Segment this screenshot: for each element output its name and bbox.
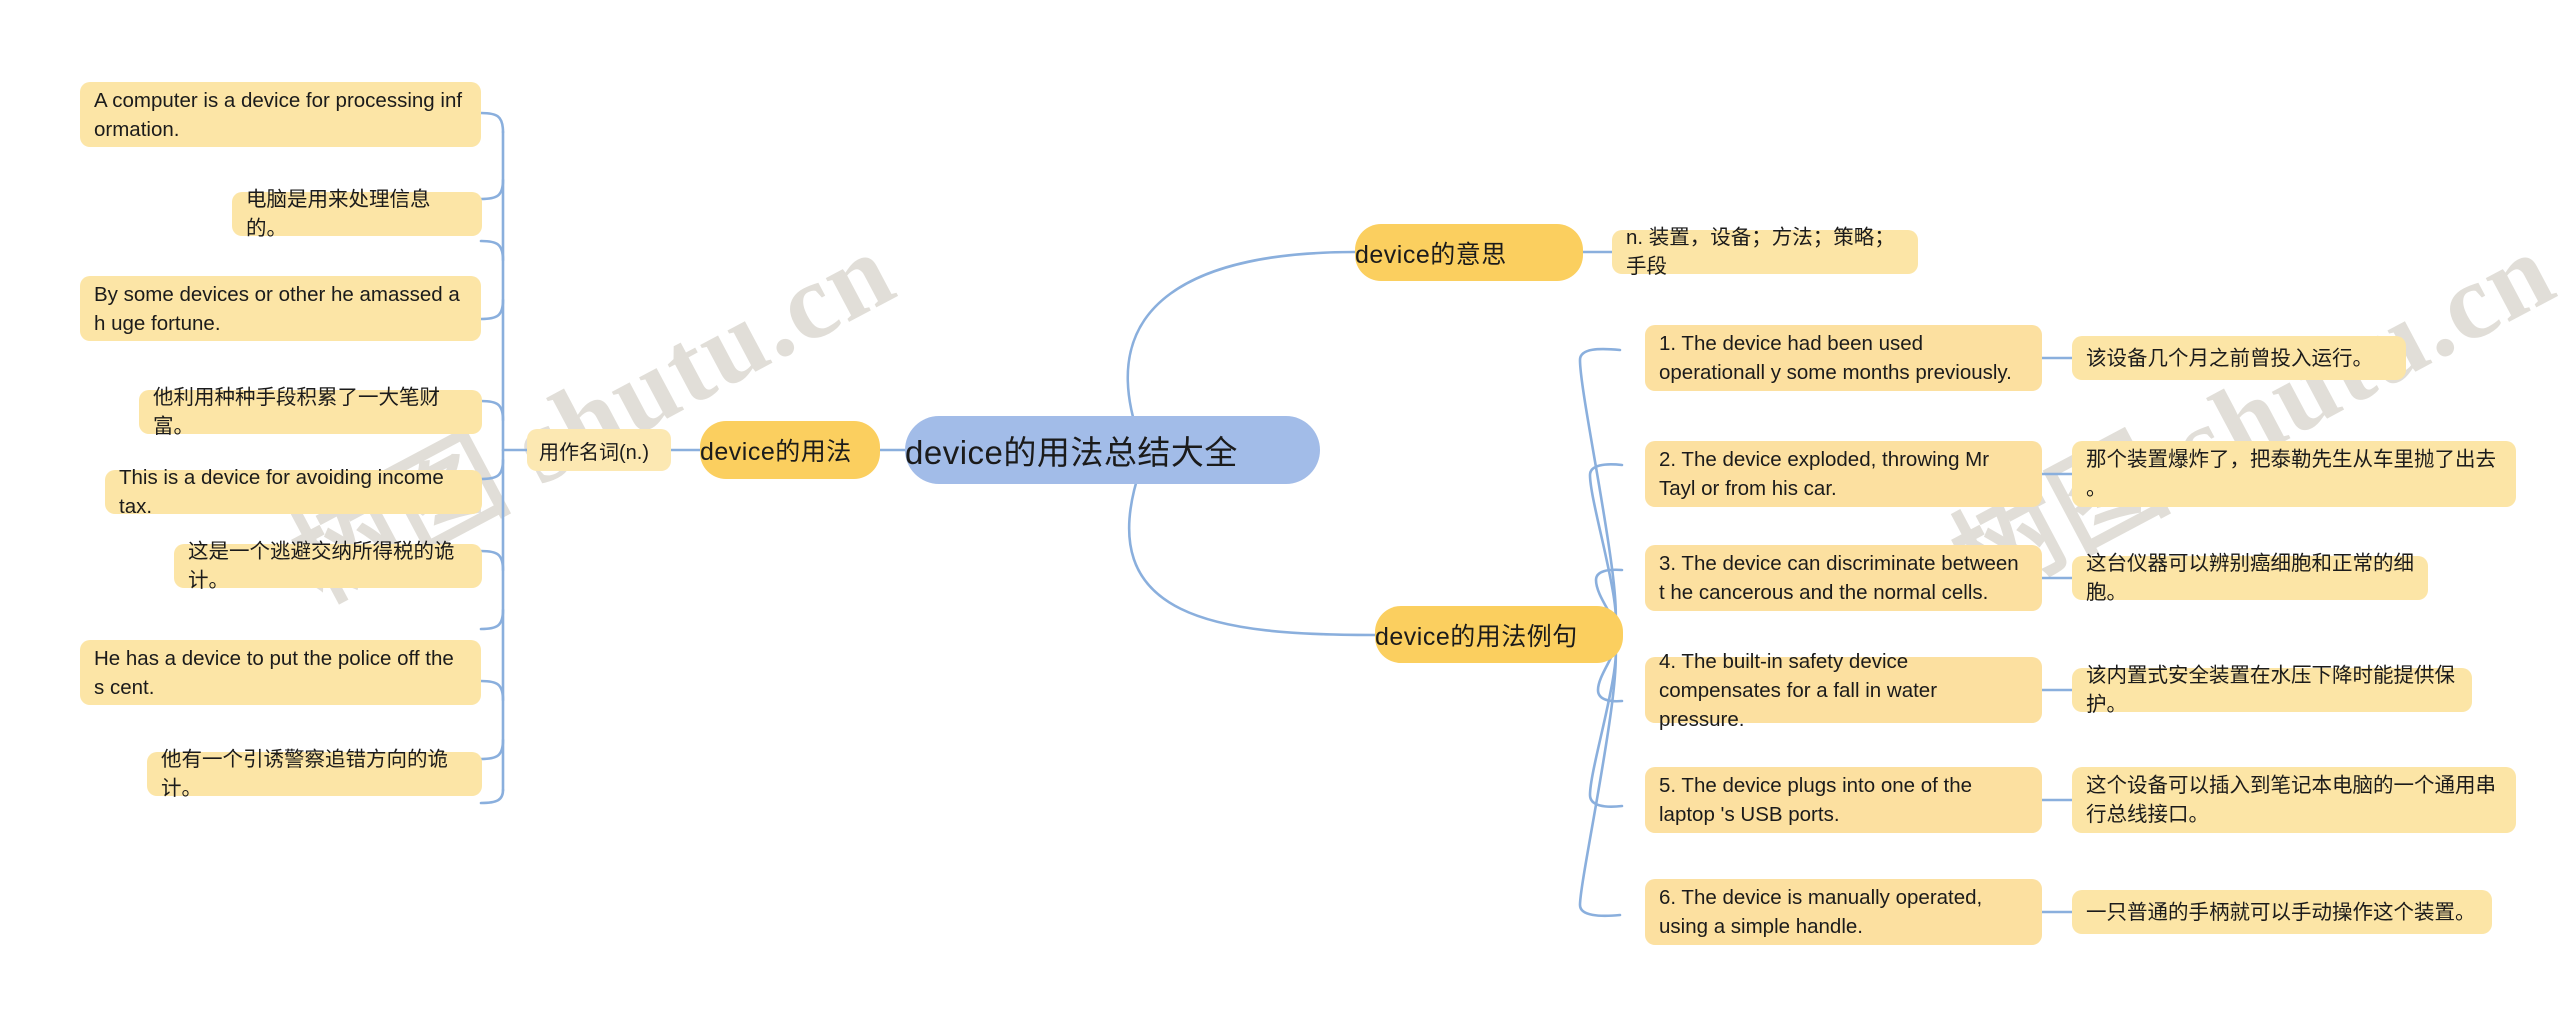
mindmap-canvas: 树图 shutu.cn 树图 shutu.cn device的用法总结大全 de… [0,0,2560,1015]
example-en-0-text: 1. The device had been used operationall… [1659,332,2012,384]
leaf-usage-0[interactable]: A computer is a device for processing in… [80,82,481,147]
leaf-usage-1-text: 电脑是用来处理信息的。 [246,188,431,240]
link-examples-en-6 [1578,633,1622,918]
link-examples-en-1 [1578,347,1622,637]
branch-node-usage[interactable]: device的用法 [700,421,880,479]
link-root-meaning [1126,250,1357,442]
link-spine-leaf-8 [479,608,505,631]
example-en-0[interactable]: 1. The device had been used operationall… [1645,325,2042,391]
branch-node-examples[interactable]: device的用法例句 [1375,606,1623,663]
leaf-meaning-definition-text: n. 装置，设备；方法；策略；手段 [1626,226,1895,278]
example-cn-3[interactable]: 该内置式安全装置在水压下降时能提供保护。 [2072,664,2472,716]
branch-node-usage-label: device的用法 [700,438,852,466]
leaf-usage-3[interactable]: 他利用种种手段积累了一大笔财富。 [139,386,482,438]
leaf-usage-2[interactable]: By some devices or other he amassed a h … [80,276,481,341]
example-en-5-text: 6. The device is manually operated, usin… [1659,886,1983,938]
example-cn-5-text: 一只普通的手柄就可以手动操作这个装置。 [2086,900,2476,924]
leaf-usage-5-text: 这是一个逃避交纳所得税的诡计。 [188,540,455,592]
example-en-5[interactable]: 6. The device is manually operated, usin… [1645,879,2042,945]
example-en-4-text: 5. The device plugs into one of the lapt… [1659,774,1973,826]
leaf-usage-7-text: 他有一个引诱警察追错方向的诡计。 [161,748,448,800]
leaf-usage-6-text: He has a device to put the police off th… [94,646,454,699]
branch-node-meaning[interactable]: device的意思 [1355,224,1583,281]
example-cn-5[interactable]: 一只普通的手柄就可以手动操作这个装置。 [2072,890,2492,934]
leaf-usage-0-text: A computer is a device for processing in… [94,88,463,141]
example-en-4[interactable]: 5. The device plugs into one of the lapt… [1645,767,2042,833]
link-root-examples [1127,468,1377,637]
leaf-meaning-definition[interactable]: n. 装置，设备；方法；策略；手段 [1612,226,1918,278]
leaf-usage-5[interactable]: 这是一个逃避交纳所得税的诡计。 [174,540,482,592]
leaf-usage-4[interactable]: This is a device for avoiding income tax… [105,466,482,518]
example-cn-1-text: 那个装置爆炸了，把泰勒先生从车里抛了出去 。 [2086,448,2496,500]
root-node-label: device的用法总结大全 [905,434,1238,471]
leaf-usage-6[interactable]: He has a device to put the police off th… [80,640,481,705]
example-cn-1[interactable]: 那个装置爆炸了，把泰勒先生从车里抛了出去 。 [2072,441,2516,507]
example-en-3-text: 4. The built-in safety device compensate… [1659,649,1938,731]
sub-node-noun-usage-label: 用作名词(n.) [539,441,649,464]
leaf-usage-4-text: This is a device for avoiding income tax… [119,466,444,518]
link-spine-leaf-7b [479,679,505,702]
link-spine-leaf-8b [479,738,505,761]
example-cn-0[interactable]: 该设备几个月之前曾投入运行。 [2072,336,2406,380]
leaf-usage-1[interactable]: 电脑是用来处理信息的。 [232,188,482,240]
link-spine-leaf-bottom [479,788,505,805]
example-cn-3-text: 该内置式安全装置在水压下降时能提供保护。 [2086,664,2455,716]
example-cn-0-text: 该设备几个月之前曾投入运行。 [2086,346,2373,370]
example-cn-4-text: 这个设备可以插入到笔记本电脑的一个通用串 行总线接口。 [2086,774,2496,826]
branch-node-meaning-label: device的意思 [1355,240,1507,269]
example-en-1-text: 2. The device exploded, throwing Mr Tayl… [1659,448,1990,500]
link-spine-leaf-7 [479,549,505,572]
root-node[interactable]: device的用法总结大全 [905,416,1320,484]
leaf-usage-3-text: 他利用种种手段积累了一大笔财富。 [153,386,440,438]
example-en-2[interactable]: 3. The device can discriminate between t… [1645,545,2042,611]
branch-node-examples-label: device的用法例句 [1375,622,1578,651]
example-cn-2-text: 这台仪器可以辨别癌细胞和正常的细胞。 [2086,552,2414,604]
sub-node-noun-usage[interactable]: 用作名词(n.) [527,429,671,471]
example-en-2-text: 3. The device can discriminate between t… [1659,552,2019,604]
example-en-3[interactable]: 4. The built-in safety device compensate… [1645,650,2042,731]
example-cn-4[interactable]: 这个设备可以插入到笔记本电脑的一个通用串 行总线接口。 [2072,767,2516,833]
link-spine-leaf-1 [479,111,505,134]
example-cn-2[interactable]: 这台仪器可以辨别癌细胞和正常的细胞。 [2072,552,2428,604]
link-spine-leaf-3 [479,239,505,262]
leaf-usage-2-text: By some devices or other he amassed a h … [94,282,460,335]
example-en-1[interactable]: 2. The device exploded, throwing Mr Tayl… [1645,441,2042,507]
link-spine-leaf-2 [479,178,505,201]
leaf-usage-7[interactable]: 他有一个引诱警察追错方向的诡计。 [147,748,482,800]
link-spine-leaf-4 [479,298,505,321]
